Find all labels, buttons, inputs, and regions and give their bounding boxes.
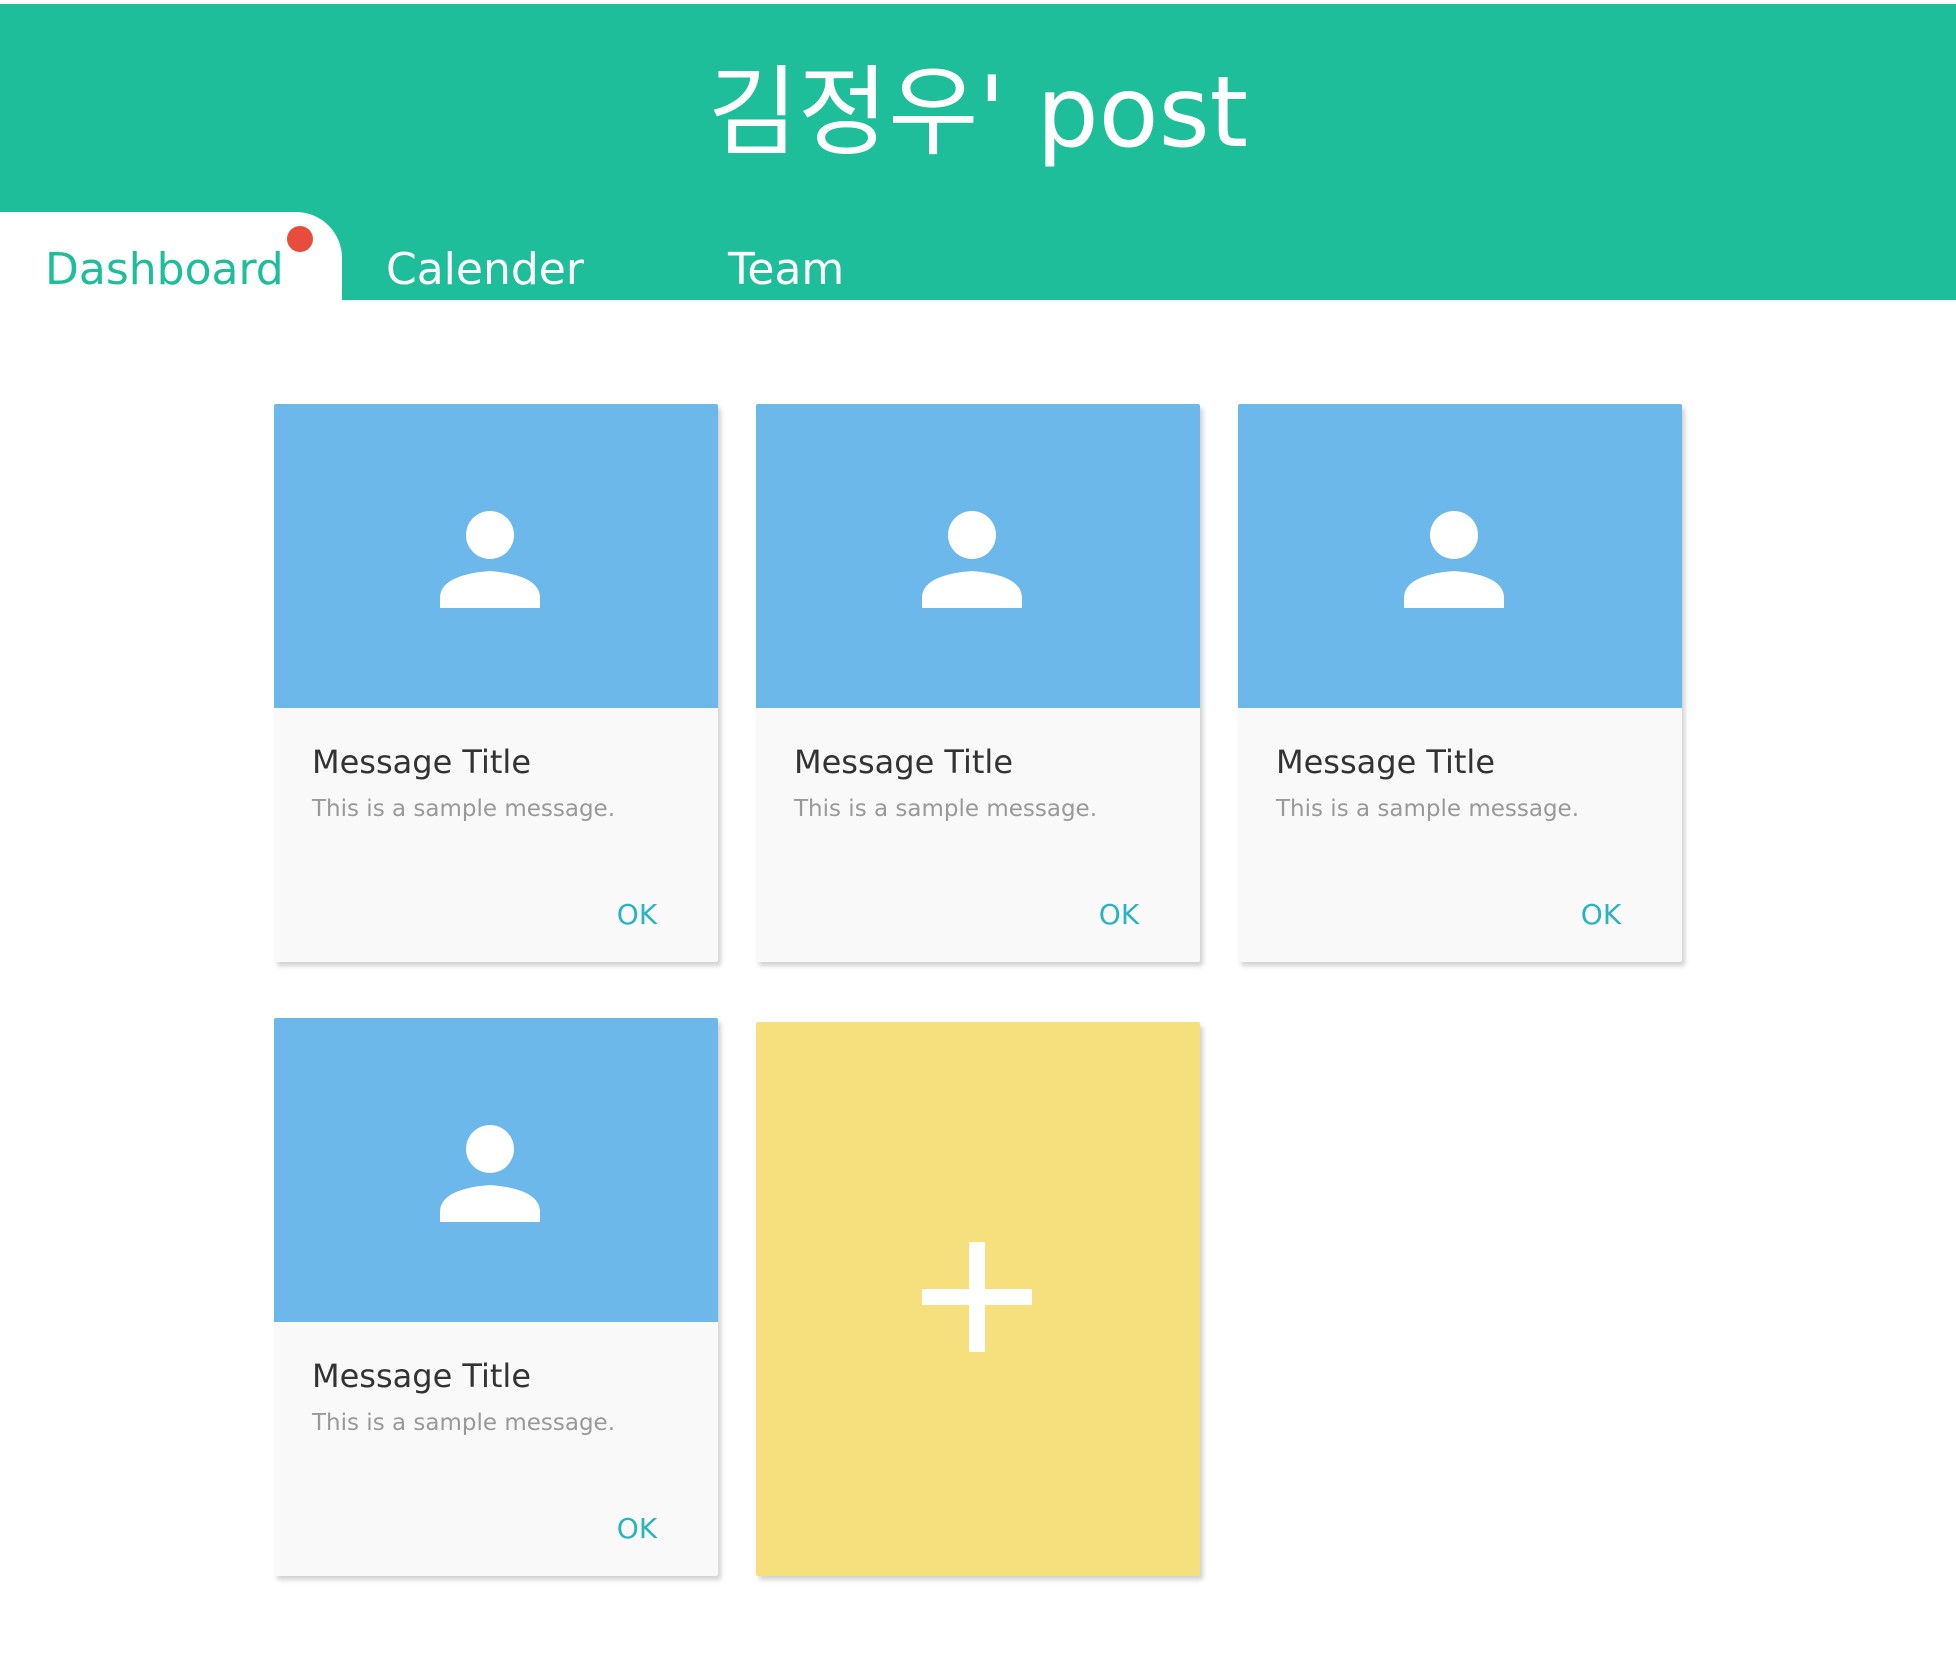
card-text: This is a sample message. bbox=[1276, 796, 1580, 822]
card-title: Message Title bbox=[312, 743, 531, 781]
card-text: This is a sample message. bbox=[312, 796, 616, 822]
tab-label: Calender bbox=[386, 244, 584, 295]
ok-button[interactable]: OK bbox=[1556, 890, 1646, 940]
ok-button[interactable]: OK bbox=[1074, 890, 1164, 940]
card-title: Message Title bbox=[794, 743, 1013, 781]
tab-label: Dashboard bbox=[45, 244, 284, 295]
tab-dashboard[interactable]: Dashboard bbox=[0, 212, 342, 304]
app-header: 김정우' post Dashboard Calender Team bbox=[0, 4, 1956, 304]
card-title: Message Title bbox=[312, 1357, 531, 1395]
card-media bbox=[274, 1018, 718, 1322]
add-card-button[interactable] bbox=[756, 1022, 1200, 1576]
person-icon bbox=[1404, 511, 1504, 608]
card-title: Message Title bbox=[1276, 743, 1495, 781]
message-card: Message Title This is a sample message. … bbox=[274, 1018, 718, 1576]
person-icon bbox=[440, 1125, 540, 1222]
tab-bar: Dashboard Calender Team bbox=[0, 212, 1956, 304]
plus-icon bbox=[922, 1242, 1032, 1352]
page-title: 김정우' post bbox=[707, 56, 1249, 170]
message-card: Message Title This is a sample message. … bbox=[756, 404, 1200, 962]
ok-button[interactable]: OK bbox=[592, 1504, 682, 1554]
notification-dot-icon bbox=[287, 226, 313, 252]
tab-team[interactable]: Team bbox=[728, 212, 844, 304]
tab-calender[interactable]: Calender bbox=[386, 212, 584, 304]
person-icon bbox=[440, 511, 540, 608]
ok-button[interactable]: OK bbox=[592, 890, 682, 940]
message-card: Message Title This is a sample message. … bbox=[1238, 404, 1682, 962]
card-media bbox=[1238, 404, 1682, 708]
card-text: This is a sample message. bbox=[312, 1410, 616, 1436]
person-icon bbox=[922, 511, 1022, 608]
card-media bbox=[756, 404, 1200, 708]
card-media bbox=[274, 404, 718, 708]
message-card: Message Title This is a sample message. … bbox=[274, 404, 718, 962]
tab-label: Team bbox=[728, 244, 845, 295]
card-text: This is a sample message. bbox=[794, 796, 1098, 822]
